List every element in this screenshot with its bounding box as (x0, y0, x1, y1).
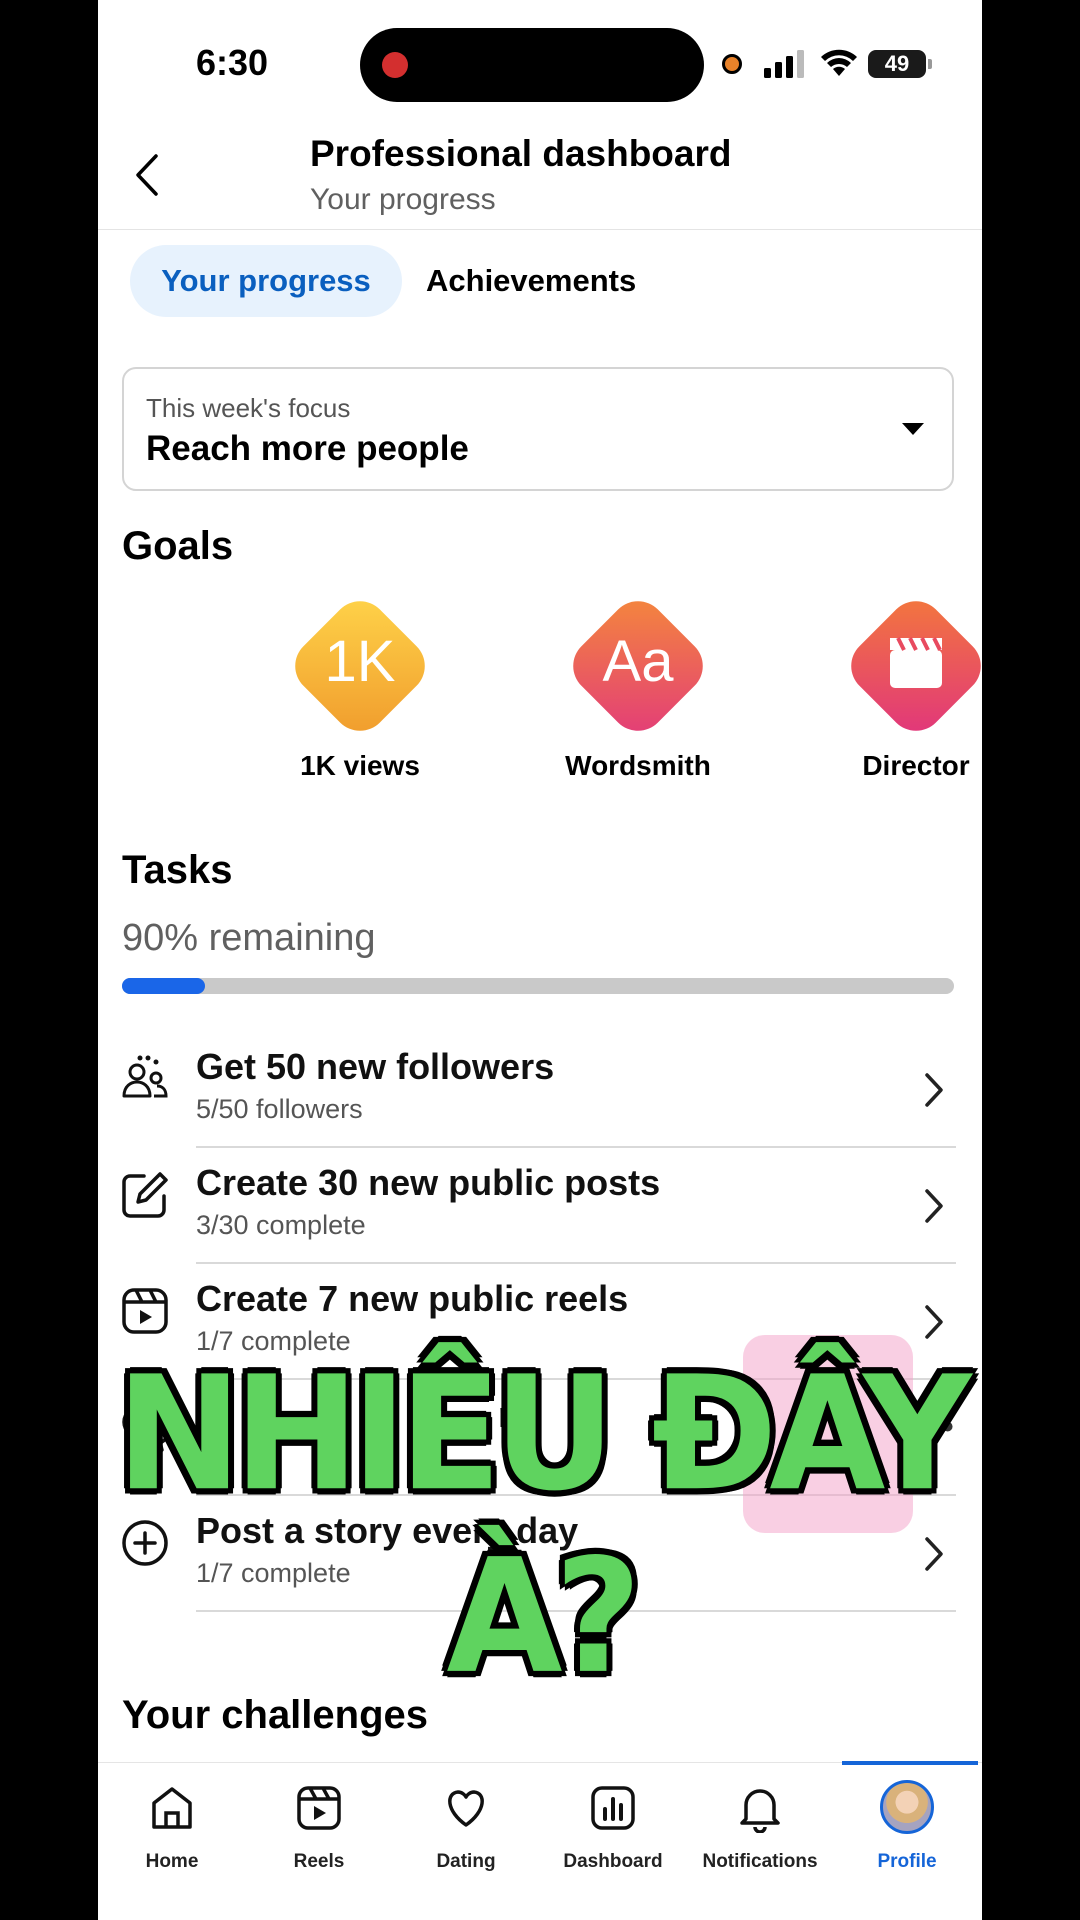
heart-icon (448, 1790, 484, 1827)
task-row[interactable]: Get 50 new followers 5/50 followers (98, 1032, 982, 1148)
tasks-heading: Tasks (122, 848, 233, 892)
chevron-right-icon (925, 1189, 943, 1223)
tab-achievements[interactable]: Achievements (426, 245, 636, 317)
tasks-remaining: 90% remaining (122, 917, 376, 959)
nav-label: Reels (293, 1851, 345, 1872)
mic-indicator-icon (722, 54, 742, 74)
header-divider (98, 229, 982, 230)
status-bar: 6:30 49 (98, 0, 982, 120)
avatar (880, 1780, 934, 1834)
focus-dropdown[interactable]: This week's focus Reach more people (122, 367, 954, 491)
goal-label: Wordsmith (565, 750, 711, 781)
task-progress: 5/50 followers (196, 1094, 363, 1124)
nav-label: Dating (436, 1851, 496, 1872)
nav-reels[interactable]: Reels (245, 1763, 393, 1883)
nav-label: Dashboard (563, 1851, 663, 1872)
task-title: Get 50 new followers (196, 1046, 555, 1087)
nav-label: Home (145, 1851, 199, 1872)
recording-dot-icon (382, 52, 408, 78)
reels-icon (297, 1786, 341, 1830)
app-screen: 6:30 49 Professional dashboard Your prog… (98, 0, 982, 1920)
home-icon (152, 1787, 192, 1829)
people-icon (122, 1055, 168, 1098)
nav-label: Profile (877, 1851, 937, 1872)
goal-label: 1K views (300, 750, 420, 781)
status-time: 6:30 (196, 42, 269, 83)
chevron-right-icon (925, 1305, 943, 1339)
bell-icon (740, 1789, 780, 1833)
goal-badge-text: 1K (324, 629, 396, 694)
dynamic-island (360, 28, 704, 102)
goals-heading: Goals (122, 524, 234, 568)
task-row[interactable]: Create 30 new public posts 3/30 complete (98, 1148, 982, 1264)
tab-your-progress[interactable]: Your progress (130, 245, 402, 317)
bottom-nav: Home Reels Dating Dashboard Notification… (98, 1761, 982, 1920)
wifi-icon (821, 49, 857, 76)
reels-icon (122, 1288, 168, 1334)
overlay-caption: NHIÊU ĐÂY À? (116, 1343, 971, 1709)
focus-label: This week's focus (146, 393, 351, 423)
dropdown-caret-icon (902, 423, 924, 435)
nav-label: Notifications (702, 1851, 818, 1872)
nav-home[interactable]: Home (98, 1763, 246, 1883)
nav-dating[interactable]: Dating (392, 1763, 540, 1883)
page-subtitle: Your progress (310, 183, 496, 216)
edit-icon (122, 1172, 168, 1218)
focus-value: Reach more people (146, 429, 469, 468)
tasks-progress-bar (122, 978, 954, 994)
nav-profile[interactable]: Profile (833, 1763, 981, 1883)
goal-director[interactable]: Director (816, 589, 982, 782)
clapperboard-icon (890, 637, 942, 688)
cellular-signal-icon (764, 50, 804, 78)
goal-1k-views[interactable]: 1K 1K views (260, 589, 460, 782)
task-progress: 3/30 complete (196, 1210, 366, 1240)
goal-wordsmith[interactable]: Aa Wordsmith (538, 589, 738, 782)
task-title: Create 7 new public reels (196, 1278, 629, 1319)
nav-notifications[interactable]: Notifications (686, 1763, 834, 1883)
nav-dashboard[interactable]: Dashboard (539, 1763, 687, 1883)
battery-icon: 49 (868, 50, 932, 78)
chevron-right-icon (925, 1073, 943, 1107)
dashboard-icon (591, 1786, 635, 1830)
goal-label: Director (862, 750, 970, 781)
goal-badge-text: Aa (602, 629, 674, 694)
page-title: Professional dashboard (310, 133, 732, 174)
tasks-progress-fill (122, 978, 206, 994)
task-title: Create 30 new public posts (196, 1162, 661, 1203)
back-arrow-icon[interactable] (128, 150, 168, 200)
